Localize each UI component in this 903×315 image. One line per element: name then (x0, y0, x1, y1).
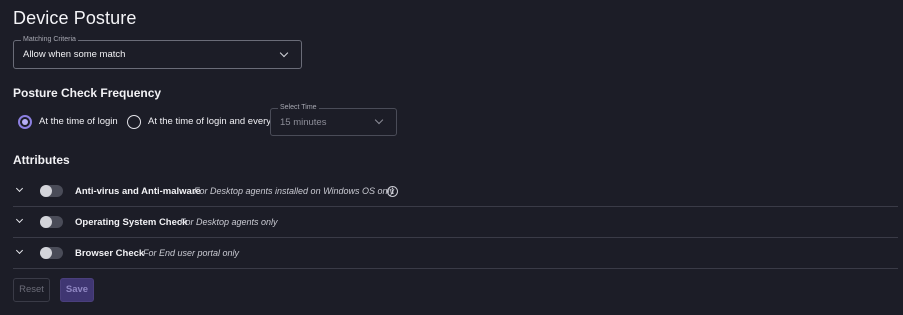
attribute-name: Operating System Check (75, 217, 188, 228)
radio-login-every[interactable] (127, 115, 141, 129)
toggle-knob (40, 216, 52, 228)
matching-criteria-value: Allow when some match (23, 49, 126, 60)
reset-button[interactable]: Reset (13, 278, 50, 302)
save-button[interactable]: Save (60, 278, 94, 302)
attributes-title: Attributes (13, 153, 70, 167)
toggle-knob (40, 185, 52, 197)
matching-criteria-select[interactable]: Matching Criteria Allow when some match (13, 35, 302, 69)
antivirus-toggle[interactable] (40, 185, 63, 197)
select-time-dropdown[interactable]: Select Time 15 minutes (270, 103, 397, 136)
os-check-toggle[interactable] (40, 216, 63, 228)
chevron-down-icon[interactable] (15, 246, 24, 255)
attribute-description: For End user portal only (143, 248, 240, 258)
toggle-knob (40, 247, 52, 259)
attribute-name: Browser Check (75, 248, 145, 259)
radio-login[interactable] (18, 115, 32, 129)
chevron-down-icon[interactable] (15, 215, 24, 224)
chevron-down-icon[interactable] (15, 184, 24, 193)
info-icon[interactable]: i (387, 186, 398, 197)
attribute-row-antivirus: Anti-virus and Anti-malware For Desktop … (13, 176, 898, 207)
browser-check-toggle[interactable] (40, 247, 63, 259)
page-title: Device Posture (13, 8, 137, 28)
select-time-value: 15 minutes (280, 117, 327, 128)
radio-login-every-label[interactable]: At the time of login and every (148, 115, 271, 129)
posture-check-frequency-title: Posture Check Frequency (13, 86, 162, 100)
radio-login-label[interactable]: At the time of login (39, 115, 118, 129)
attribute-name: Anti-virus and Anti-malware (75, 186, 201, 197)
chevron-down-icon (374, 115, 384, 125)
attribute-row-browser-check: Browser Check For End user portal only (13, 238, 898, 269)
attribute-description: For Desktop agents installed on Windows … (194, 186, 395, 196)
attribute-row-os-check: Operating System Check For Desktop agent… (13, 207, 898, 238)
chevron-down-icon (279, 48, 289, 58)
attribute-description: For Desktop agents only (180, 217, 278, 227)
